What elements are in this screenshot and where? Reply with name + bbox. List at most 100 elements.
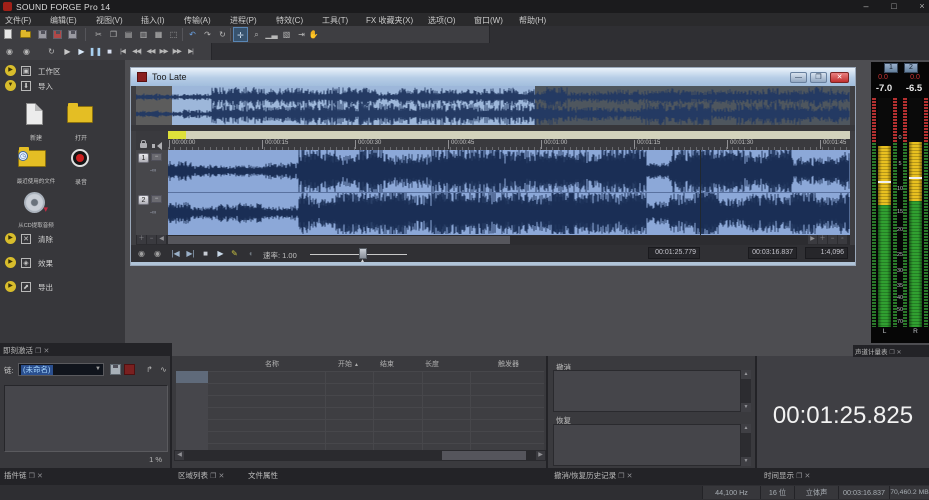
doc-maximize-button[interactable]: ❐ bbox=[810, 72, 827, 83]
loop-region-bar[interactable] bbox=[168, 131, 850, 139]
column-length[interactable]: 长度 bbox=[425, 359, 439, 369]
lock-icon[interactable] bbox=[140, 140, 147, 148]
menu-tools[interactable]: 工具(T) bbox=[322, 15, 348, 26]
menu-insert[interactable]: 插入(I) bbox=[141, 15, 165, 26]
close-icon[interactable]: ✕ bbox=[804, 473, 810, 480]
chain-select[interactable]: (未命名) ▼ bbox=[18, 363, 104, 376]
channel-2-minimize[interactable]: − bbox=[151, 195, 162, 203]
clip-indicator-left[interactable]: 0.0 bbox=[873, 74, 893, 81]
redo-scrollbar[interactable]: ▲ ▼ bbox=[741, 424, 751, 466]
instant-action-tab[interactable]: 即刻激活 ❐ ✕ bbox=[3, 345, 49, 356]
menu-effects[interactable]: 特效(C) bbox=[276, 15, 303, 26]
spectrum-icon[interactable]: ▁▃ bbox=[264, 27, 279, 42]
zoom-window-icon[interactable]: ▫ bbox=[838, 235, 847, 244]
plugin-chain-tab[interactable]: 插件链 ❐ ✕ bbox=[4, 470, 43, 481]
close-icon[interactable]: ✕ bbox=[218, 473, 224, 480]
channel-1-button[interactable]: 1 bbox=[138, 153, 149, 163]
column-start[interactable]: 开始 ▲ bbox=[338, 359, 359, 369]
menu-file[interactable]: 文件(F) bbox=[5, 15, 31, 26]
scroll-left-icon[interactable]: ◀ bbox=[157, 235, 166, 244]
scroll-down-icon[interactable]: ▼ bbox=[741, 403, 751, 412]
zoom-out-icon[interactable]: − bbox=[147, 235, 156, 244]
go-to-start-icon[interactable]: |◀ bbox=[116, 44, 129, 59]
copy-icon[interactable]: ❐ bbox=[106, 27, 121, 42]
undo-history-tab[interactable]: 撤消/恢复历史记录 ❐ ✕ bbox=[554, 470, 632, 481]
float-icon[interactable]: ❐ bbox=[35, 348, 41, 355]
doc-close-button[interactable]: ✕ bbox=[830, 72, 849, 83]
new-file-icon[interactable] bbox=[4, 29, 12, 39]
play-all-icon[interactable]: ▶ bbox=[60, 44, 75, 59]
channel-meters-tab[interactable]: 声道计量表 ❐ ✕ bbox=[855, 346, 902, 356]
column-name[interactable]: 名称 bbox=[265, 359, 279, 369]
automation-icon[interactable]: ∿ bbox=[158, 364, 169, 375]
edit-tool-icon[interactable]: ✛ bbox=[233, 27, 248, 42]
next-icon[interactable]: |▶▶ bbox=[170, 44, 183, 59]
go-to-start-icon[interactable]: |◀ bbox=[169, 247, 182, 260]
float-icon[interactable]: ❐ bbox=[29, 473, 35, 480]
open-file-button[interactable]: 打开 bbox=[55, 103, 95, 143]
record-button[interactable]: 录音 bbox=[55, 147, 95, 187]
menu-transport[interactable]: 传输(A) bbox=[184, 15, 211, 26]
save-all-icon[interactable] bbox=[68, 30, 77, 39]
doc-minimize-button[interactable]: — bbox=[790, 72, 807, 83]
trim-icon[interactable]: ⬚ bbox=[166, 27, 181, 42]
sidebar-section-workspace[interactable]: ▶ ▣ 工作区 bbox=[0, 64, 125, 78]
regions-hscrollbar[interactable]: ◀ ▶ bbox=[174, 450, 546, 461]
previous-icon[interactable]: ◀◀| bbox=[130, 44, 143, 59]
close-icon[interactable]: ✕ bbox=[37, 473, 43, 480]
overview-bar[interactable] bbox=[136, 86, 850, 125]
edit-tool-icon[interactable]: ✎ bbox=[228, 247, 241, 260]
paste-special-icon[interactable]: ▥ bbox=[136, 27, 151, 42]
go-to-end-icon[interactable]: ▶| bbox=[184, 44, 197, 59]
float-icon[interactable]: ❐ bbox=[796, 473, 802, 480]
menu-view[interactable]: 视图(V) bbox=[96, 15, 123, 26]
sidebar-section-effects[interactable]: ▶ ◈ 效果 bbox=[0, 256, 125, 270]
app-close-button[interactable]: × bbox=[911, 1, 929, 12]
undo-list[interactable] bbox=[553, 370, 741, 412]
float-icon[interactable]: ❐ bbox=[889, 350, 894, 356]
sidebar-section-export[interactable]: ▶ ⬈ 导出 bbox=[0, 280, 125, 294]
redo-icon[interactable]: ↷ bbox=[200, 27, 215, 42]
stop-icon[interactable]: ■ bbox=[102, 44, 117, 59]
close-icon[interactable]: ✕ bbox=[897, 350, 902, 356]
column-end[interactable]: 结束 bbox=[380, 359, 394, 369]
scroll-up-icon[interactable]: ▲ bbox=[741, 370, 751, 379]
scroll-thumb[interactable] bbox=[442, 451, 526, 460]
record-icon[interactable]: ◉ bbox=[2, 44, 17, 59]
paste-icon[interactable]: ▤ bbox=[121, 27, 136, 42]
undo-icon[interactable]: ↶ bbox=[185, 27, 200, 42]
marker-tool-icon[interactable]: ▧ bbox=[279, 27, 294, 42]
menu-window[interactable]: 窗口(W) bbox=[474, 15, 503, 26]
rewind-icon[interactable]: ◀◀ bbox=[144, 44, 157, 59]
regions-list-tab[interactable]: 区域列表 ❐ ✕ bbox=[178, 470, 224, 481]
whats-this-icon[interactable]: ✋ bbox=[306, 27, 321, 42]
save-chain-icon[interactable] bbox=[110, 364, 121, 375]
zoom-sel-icon[interactable]: ＋ bbox=[818, 235, 827, 244]
open-file-icon[interactable] bbox=[20, 30, 31, 38]
extract-cd-button[interactable]: 从CD提取音频 bbox=[10, 191, 54, 231]
regions-grid[interactable] bbox=[208, 371, 544, 450]
delete-chain-icon[interactable] bbox=[124, 364, 135, 375]
scroll-thumb[interactable] bbox=[168, 236, 510, 244]
close-icon[interactable]: ✕ bbox=[627, 473, 633, 480]
menu-edit[interactable]: 编辑(E) bbox=[50, 15, 77, 26]
channel-2-button[interactable]: 2 bbox=[138, 195, 149, 205]
event-tool-icon[interactable]: ◖ bbox=[244, 247, 257, 260]
menu-process[interactable]: 进程(P) bbox=[230, 15, 257, 26]
go-to-end-icon[interactable]: ▶| bbox=[184, 247, 197, 260]
loop-record-icon[interactable]: ◉ bbox=[151, 247, 164, 260]
menu-help[interactable]: 帮助(H) bbox=[519, 15, 546, 26]
record-icon[interactable]: ◉ bbox=[135, 247, 148, 260]
play-icon[interactable]: ▶ bbox=[74, 44, 89, 59]
loop-record-icon[interactable]: ◉ bbox=[19, 44, 34, 59]
file-properties-tab[interactable]: 文件属性 bbox=[248, 470, 278, 481]
scroll-down-icon[interactable]: ▼ bbox=[741, 457, 751, 466]
channel-1-minimize[interactable]: − bbox=[151, 153, 162, 161]
speaker-icon[interactable] bbox=[152, 142, 162, 150]
zoom-out2-icon[interactable]: − bbox=[828, 235, 837, 244]
time-ruler[interactable]: 00:00:00 00:00:15 00:00:30 00:00:45 00:0… bbox=[136, 139, 850, 150]
forward-icon[interactable]: ▶▶ bbox=[157, 44, 170, 59]
stop-icon[interactable]: ■ bbox=[199, 247, 212, 260]
menu-options[interactable]: 选项(O) bbox=[428, 15, 456, 26]
sidebar-section-import[interactable]: ▼ ⬇ 导入 bbox=[0, 79, 125, 93]
